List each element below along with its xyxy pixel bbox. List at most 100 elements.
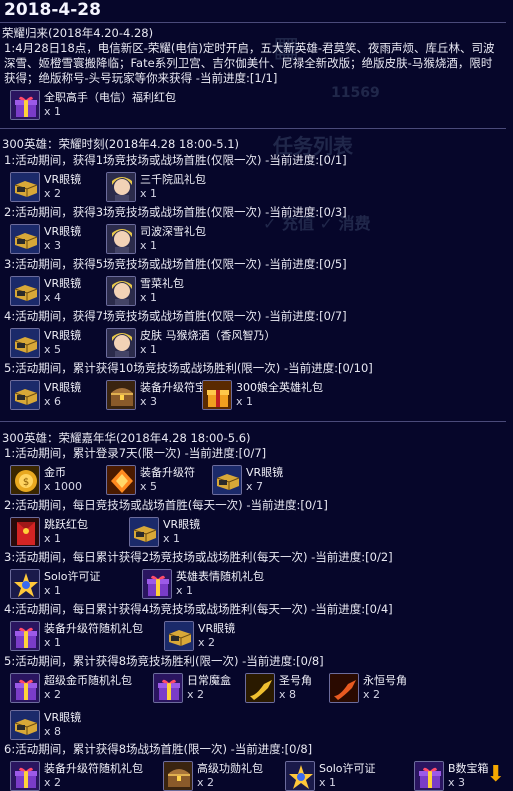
reward-quantity: x 2: [44, 776, 62, 789]
reward-quantity: x 8: [279, 688, 297, 701]
svg-text:$: $: [23, 477, 29, 488]
reward-quantity: x 1: [176, 584, 194, 597]
reward-quantity: x 3: [44, 239, 62, 252]
reward-quantity: x 1000: [44, 480, 83, 493]
reward-quantity: x 2: [198, 636, 216, 649]
reward-name: 300娘全英雄礼包: [236, 381, 323, 394]
reward-item[interactable]: $ 金币 x 1000: [10, 464, 105, 498]
vr-glasses-icon: [10, 172, 40, 202]
reward-item[interactable]: 雪菜礼包 x 1: [106, 275, 201, 309]
reward-name: VR眼镜: [44, 329, 82, 342]
hero-portrait-icon: [106, 276, 136, 306]
reward-name: 圣号角: [279, 674, 312, 687]
reward-name: VR眼镜: [44, 173, 82, 186]
task-text: 4:活动期间，每日累计获得4场竞技场或战场胜利(每天一次) -当前进度:[0/4…: [4, 602, 393, 616]
upgrade-rune-icon: [106, 465, 136, 495]
reward-name: 金币: [44, 466, 66, 479]
reward-quantity: x 5: [44, 343, 62, 356]
reward-item[interactable]: 全职高手（电信）福利红包 x 1: [10, 89, 176, 123]
task-text: 5:活动期间，累计获得8场竞技场胜利(限一次) -当前进度:[0/8]: [4, 654, 324, 668]
reward-item[interactable]: Solo许可证 x 1: [10, 568, 105, 602]
reward-item[interactable]: 跳跃红包 x 1: [10, 516, 105, 550]
reward-item[interactable]: 永恒号角 x 2: [329, 672, 424, 706]
hero-portrait-icon: [106, 328, 136, 358]
reward-item[interactable]: VR眼镜 x 5: [10, 327, 105, 361]
event-panel[interactable]: 2018-4-28 荣耀归来(2018年4.20-4.28) 1:4月28日18点…: [0, 0, 513, 791]
vr-glasses-icon: [212, 465, 242, 495]
reward-name: 装备升级符随机礼包: [44, 622, 143, 635]
reward-item[interactable]: VR眼镜 x 1: [129, 516, 224, 550]
event-date: 2018-4-28: [4, 0, 101, 20]
reward-item[interactable]: VR眼镜 x 3: [10, 223, 105, 257]
reward-item[interactable]: 日常魔盒 x 2: [153, 672, 248, 706]
down-arrow-icon[interactable]: ⬇: [487, 762, 505, 787]
reward-quantity: x 1: [140, 343, 158, 356]
reward-quantity: x 1: [319, 776, 337, 789]
reward-item[interactable]: 装备升级符 x 5: [106, 464, 201, 498]
reward-name: VR眼镜: [44, 381, 82, 394]
reward-quantity: x 1: [44, 584, 62, 597]
reward-name: VR眼镜: [198, 622, 236, 635]
reward-item[interactable]: 皮肤 马猴烧酒（香风智乃） x 1: [106, 327, 276, 361]
reward-quantity: x 4: [44, 291, 62, 304]
gift-box-icon: [142, 569, 172, 599]
reward-item[interactable]: VR眼镜 x 2: [164, 620, 259, 654]
hero-portrait-icon: [106, 224, 136, 254]
reward-name: 超级金币随机礼包: [44, 674, 132, 687]
golden-horn-icon: [245, 673, 275, 703]
treasure-chest-icon: [163, 761, 193, 791]
reward-name: 英雄表情随机礼包: [176, 570, 264, 583]
reward-quantity: x 1: [140, 239, 158, 252]
reward-item[interactable]: 高级功勋礼包 x 2: [163, 760, 263, 791]
gift-box-icon: [10, 90, 40, 120]
task-text: 1:活动期间，获得1场竞技场或战场首胜(仅限一次) -当前进度:[0/1]: [4, 153, 347, 167]
reward-item[interactable]: 装备升级符宝箱 x 3: [106, 379, 217, 413]
reward-name: 高级功勋礼包: [197, 762, 263, 775]
reward-item[interactable]: 装备升级符随机礼包 x 2: [10, 760, 143, 791]
reward-item[interactable]: 英雄表情随机礼包 x 1: [142, 568, 264, 602]
reward-item[interactable]: 三千院凪礼包 x 1: [106, 171, 206, 205]
reward-name: VR眼镜: [44, 277, 82, 290]
red-envelope-icon: [10, 517, 40, 547]
reward-item[interactable]: VR眼镜 x 7: [212, 464, 307, 498]
reward-quantity: x 1: [44, 105, 62, 118]
reward-item[interactable]: 圣号角 x 8: [245, 672, 340, 706]
reward-name: 全职高手（电信）福利红包: [44, 91, 176, 104]
reward-quantity: x 2: [363, 688, 381, 701]
reward-name: VR眼镜: [163, 518, 201, 531]
reward-quantity: x 3: [140, 395, 158, 408]
task-text: 3:活动期间，每日累计获得2场竞技场或战场胜利(每天一次) -当前进度:[0/2…: [4, 550, 393, 564]
reward-quantity: x 7: [246, 480, 264, 493]
reward-item[interactable]: 超级金币随机礼包 x 2: [10, 672, 132, 706]
reward-item[interactable]: VR眼镜 x 6: [10, 379, 105, 413]
gift-box-icon: [153, 673, 183, 703]
reward-name: 司波深雪礼包: [140, 225, 206, 238]
reward-quantity: x 1: [163, 532, 181, 545]
reward-item[interactable]: VR眼镜 x 4: [10, 275, 105, 309]
section-divider: [0, 421, 506, 422]
reward-name: 装备升级符随机礼包: [44, 762, 143, 775]
reward-item[interactable]: 司波深雪礼包 x 1: [106, 223, 206, 257]
reward-name: 装备升级符: [140, 466, 195, 479]
reward-name: 永恒号角: [363, 674, 407, 687]
reward-item[interactable]: VR眼镜 x 2: [10, 171, 105, 205]
vr-glasses-icon: [10, 328, 40, 358]
reward-name: 皮肤 马猴烧酒（香风智乃）: [140, 329, 276, 342]
section-divider: [0, 128, 506, 129]
reward-quantity: x 1: [44, 636, 62, 649]
task-text: 1:活动期间，累计登录7天(限一次) -当前进度:[0/7]: [4, 446, 267, 460]
vr-glasses-icon: [10, 276, 40, 306]
gift-box-icon: [10, 761, 40, 791]
solo-license-icon: [285, 761, 315, 791]
task-text: 6:活动期间，累计获得8场战场首胜(限一次) -当前进度:[0/8]: [4, 742, 313, 756]
reward-item[interactable]: Solo许可证 x 1: [285, 760, 380, 791]
reward-quantity: x 1: [140, 187, 158, 200]
vr-glasses-icon: [164, 621, 194, 651]
reward-item[interactable]: VR眼镜 x 8: [10, 709, 105, 743]
reward-name: 三千院凪礼包: [140, 173, 206, 186]
reward-item[interactable]: 300娘全英雄礼包 x 1: [202, 379, 323, 413]
reward-quantity: x 2: [197, 776, 215, 789]
reward-item[interactable]: 装备升级符随机礼包 x 1: [10, 620, 143, 654]
reward-quantity: x 1: [44, 532, 62, 545]
task-text: 2:活动期间，获得3场竞技场或战场首胜(仅限一次) -当前进度:[0/3]: [4, 205, 347, 219]
